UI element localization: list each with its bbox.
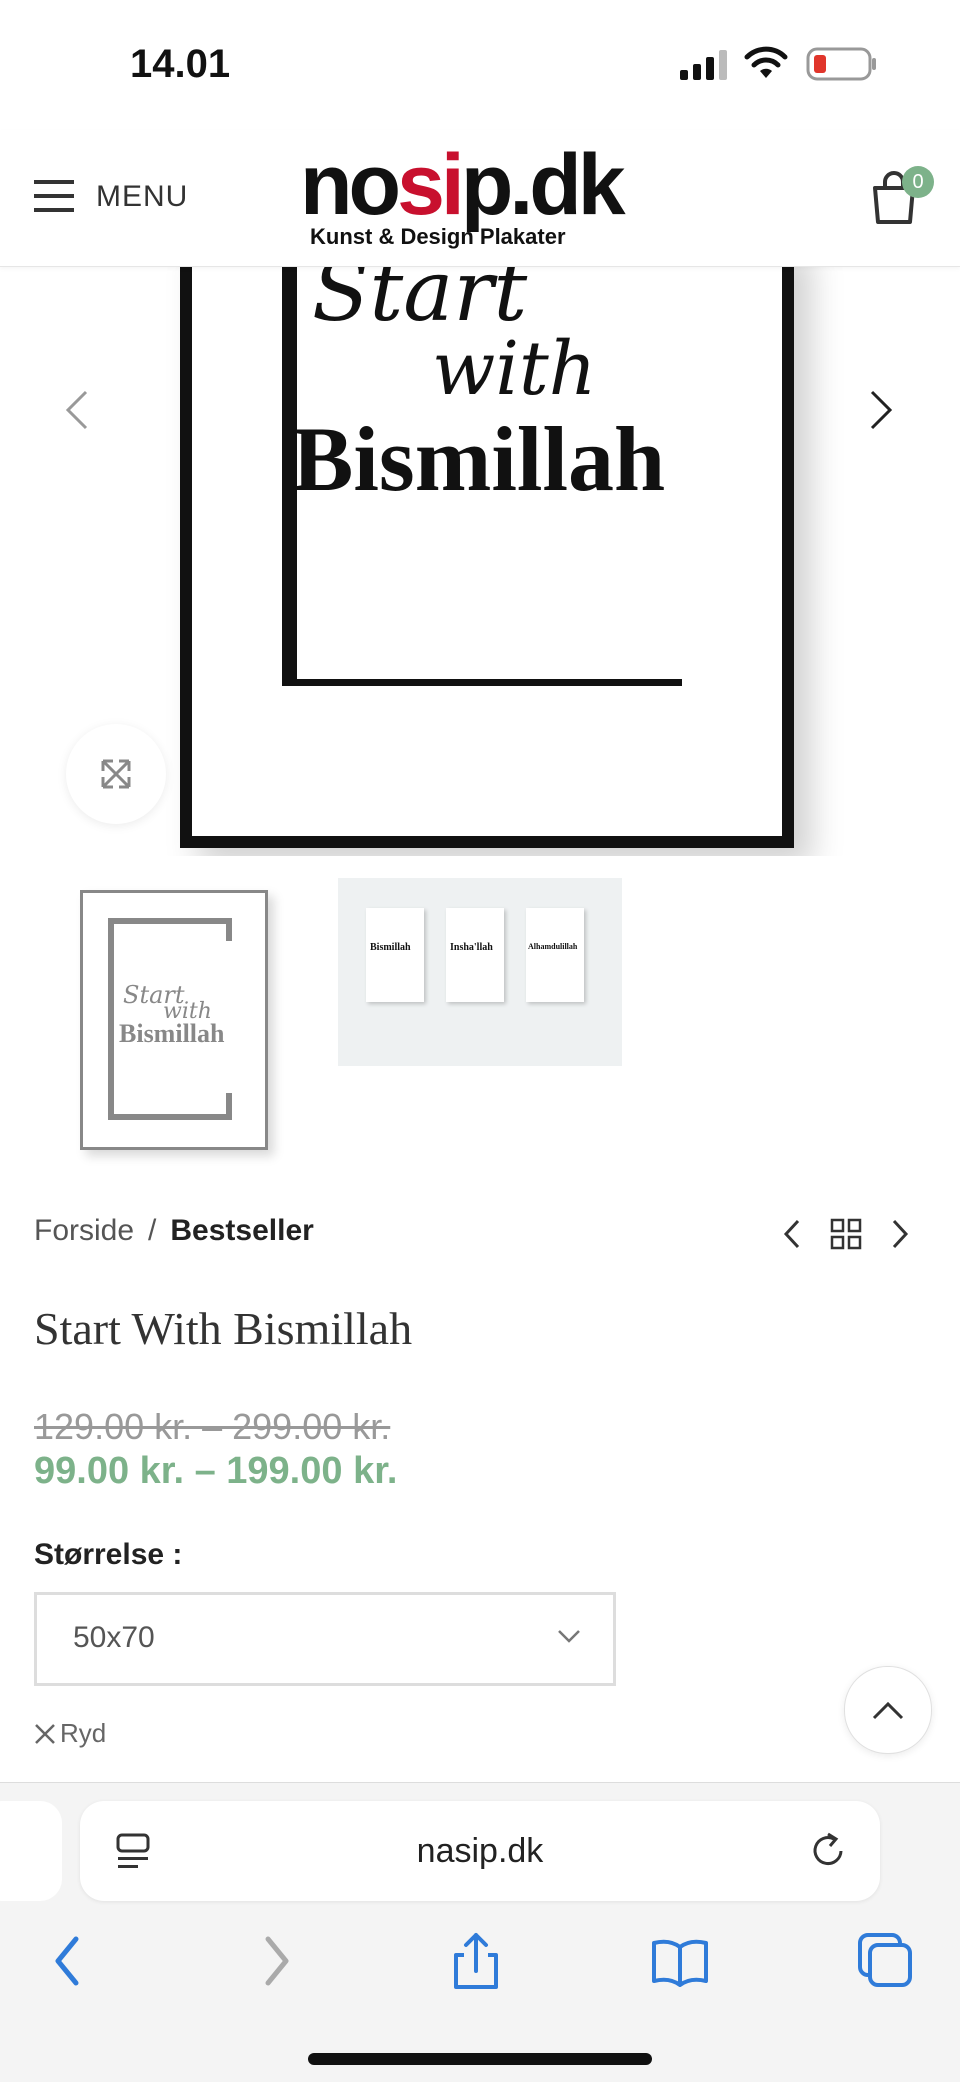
address-bar[interactable]: nasip.dk bbox=[80, 1801, 880, 1901]
close-icon bbox=[35, 1724, 55, 1744]
breadcrumb-separator: / bbox=[148, 1214, 157, 1247]
mini-poster: Alhamdulillah bbox=[526, 908, 584, 1002]
fullscreen-button[interactable] bbox=[66, 724, 166, 824]
tabs-icon[interactable] bbox=[856, 1931, 916, 1991]
breadcrumb: Forside / Bestseller bbox=[34, 1214, 314, 1248]
grid-view-icon[interactable] bbox=[830, 1218, 862, 1250]
cellular-signal-icon bbox=[680, 50, 727, 80]
poster-text-with: with bbox=[432, 326, 597, 412]
breadcrumb-home-link[interactable]: Forside bbox=[34, 1214, 134, 1247]
original-price: 129.00 kr. – 299.00 kr. bbox=[34, 1406, 391, 1447]
product-title: Start With Bismillah bbox=[34, 1303, 413, 1354]
back-arrow-icon[interactable] bbox=[40, 1931, 100, 1991]
chevron-up-icon bbox=[872, 1701, 904, 1720]
status-bar: 14.01 bbox=[0, 0, 960, 130]
size-select[interactable]: 50x70 bbox=[34, 1592, 616, 1686]
mini-poster-label: Alhamdulillah bbox=[528, 942, 578, 951]
share-icon[interactable] bbox=[446, 1931, 506, 1991]
clear-selection-link[interactable]: Ryd bbox=[34, 1718, 106, 1749]
poster-text-bismillah: Bismillah bbox=[292, 408, 666, 510]
mini-poster: Bismillah bbox=[366, 908, 424, 1002]
previous-tab-preview[interactable] bbox=[0, 1801, 62, 1901]
sale-price: 99.00 kr. – 199.00 kr. bbox=[34, 1450, 398, 1492]
mini-poster: Insha'llah bbox=[446, 908, 504, 1002]
mini-poster-label: Insha'llah bbox=[450, 942, 493, 953]
gallery-prev-arrow-icon[interactable] bbox=[64, 388, 90, 432]
home-indicator[interactable] bbox=[308, 2053, 652, 2065]
chevron-down-icon bbox=[558, 1630, 580, 1643]
expand-icon bbox=[101, 759, 131, 789]
product-image: Start with Bismillah bbox=[180, 266, 794, 848]
menu-label[interactable]: MENU bbox=[96, 180, 188, 214]
wifi-icon bbox=[744, 46, 788, 78]
gallery-next-arrow-icon[interactable] bbox=[868, 388, 894, 432]
breadcrumb-current-link[interactable]: Bestseller bbox=[170, 1214, 313, 1247]
size-label: Størrelse : bbox=[34, 1538, 183, 1571]
clear-selection-label: Ryd bbox=[60, 1718, 107, 1748]
thumbnail-text-bismillah: Bismillah bbox=[119, 1019, 225, 1048]
mini-poster-label: Bismillah bbox=[370, 942, 411, 953]
next-product-icon[interactable] bbox=[890, 1218, 910, 1250]
cart-count-badge: 0 bbox=[902, 166, 934, 198]
thumbnail-start-with-bismillah[interactable]: Start with Bismillah bbox=[80, 890, 268, 1150]
site-logo[interactable]: nosip.dk Kunst & Design Plakater bbox=[300, 142, 660, 249]
logo-wordmark: nosip.dk bbox=[300, 137, 626, 233]
hamburger-menu-icon[interactable] bbox=[34, 178, 76, 214]
forward-arrow-icon[interactable] bbox=[246, 1931, 306, 1991]
site-header: MENU nosip.dk Kunst & Design Plakater bbox=[0, 130, 960, 267]
logo-tagline: Kunst & Design Plakater bbox=[310, 224, 566, 249]
url-text: nasip.dk bbox=[416, 1832, 544, 1870]
bookmarks-icon[interactable] bbox=[650, 1931, 710, 1991]
previous-product-icon[interactable] bbox=[782, 1218, 802, 1250]
status-time: 14.01 bbox=[130, 42, 231, 86]
poster-text-start: Start bbox=[312, 266, 528, 340]
thumbnail-poster-set[interactable]: Bismillah Insha'llah Alhamdulillah bbox=[338, 878, 622, 1066]
size-select-value: 50x70 bbox=[73, 1621, 155, 1654]
scroll-to-top-button[interactable] bbox=[844, 1666, 932, 1754]
battery-icon bbox=[806, 47, 876, 81]
reload-icon[interactable] bbox=[808, 1831, 848, 1871]
browser-toolbar: nasip.dk bbox=[0, 1782, 960, 2082]
